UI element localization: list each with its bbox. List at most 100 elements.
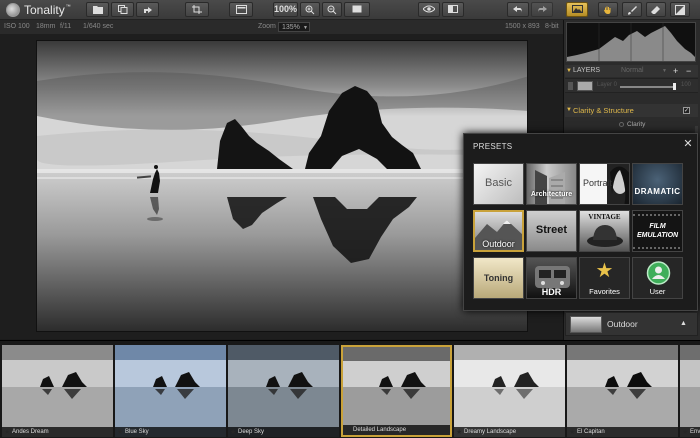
preset-architecture[interactable]: Architecture: [526, 163, 577, 205]
preset-user[interactable]: User: [632, 257, 683, 299]
thumb-image: [680, 345, 700, 437]
preset-toning[interactable]: Toning: [473, 257, 524, 299]
section-enable-checkbox[interactable]: ✓: [683, 107, 690, 114]
thumb-caption: Dreamy Landscape: [454, 427, 565, 437]
preset-label: Toning: [483, 273, 514, 283]
layer-opacity-slider[interactable]: [620, 86, 675, 88]
preset-portrait[interactable]: Portrait: [579, 163, 630, 205]
thumb-caption: Detailed Landscape: [343, 425, 450, 435]
clarity-label: Clarity: [627, 121, 646, 128]
preset-category-bar[interactable]: Outdoor ▲: [565, 312, 698, 336]
thumb-caption: Deep Sky: [228, 427, 339, 437]
zoom-100-button[interactable]: 100%: [273, 2, 298, 17]
user-icon: [646, 261, 671, 285]
copy-icon: [117, 5, 127, 14]
fit-screen-icon: [352, 5, 362, 13]
close-icon[interactable]: ✕: [682, 137, 694, 151]
star-icon: ★: [595, 260, 614, 282]
thumb-image: [567, 345, 678, 437]
crop-icon: [192, 5, 202, 14]
remove-layer-button[interactable]: −: [686, 65, 691, 77]
expand-up-icon[interactable]: ▲: [680, 320, 687, 327]
zoom-label: Zoom: [258, 23, 276, 30]
building-image: [535, 170, 565, 204]
shutter-speed: 1/640 sec: [83, 23, 114, 30]
share-button[interactable]: [136, 2, 159, 17]
zoom-out-icon: [327, 5, 337, 15]
thumb-image: [454, 345, 565, 437]
folder-icon: [92, 6, 103, 14]
thumb-image: [228, 345, 339, 437]
bit-depth: 8-bit: [545, 23, 559, 30]
preview-button[interactable]: [418, 2, 440, 17]
open-file-button[interactable]: [86, 2, 109, 17]
thumb-image: [343, 347, 450, 435]
tonality-logo-icon: [6, 3, 20, 17]
crop-button[interactable]: [185, 2, 209, 17]
histogram: [566, 22, 696, 62]
main-photo[interactable]: [36, 40, 528, 332]
preset-vintage[interactable]: VINTAGE: [579, 210, 630, 252]
preset-label: VINTAGE: [588, 213, 621, 221]
zoom-out-button[interactable]: [322, 2, 342, 17]
filmstrip-thumb-envi[interactable]: ★ Envi: [680, 345, 700, 437]
adjust-panel-button[interactable]: [566, 2, 588, 17]
layers-header[interactable]: ▼ LAYERS Normal ▼ + −: [565, 65, 698, 77]
preset-label: Basic: [485, 177, 512, 189]
gradient-tool-button[interactable]: [670, 2, 690, 17]
preset-label: DRAMATIC: [634, 187, 681, 196]
clarity-title: Clarity & Structure: [573, 106, 634, 115]
preset-label: Portrait: [582, 178, 612, 188]
focal-length: 18mm: [36, 23, 56, 30]
eye-icon: [423, 5, 435, 13]
filmstrip-thumb-el-capitan[interactable]: ★ El Capitan: [567, 345, 678, 437]
layer-opacity-handle[interactable]: [673, 83, 676, 90]
preset-basic[interactable]: Basic: [473, 163, 524, 205]
compare-button[interactable]: [229, 2, 253, 17]
fit-button[interactable]: [344, 2, 370, 17]
landscape-icon: [571, 5, 583, 13]
iso-value: ISO 100: [4, 23, 30, 30]
filmstrip-thumb-dreamy-landscape[interactable]: ★ Dreamy Landscape: [454, 345, 565, 437]
clarity-structure-header[interactable]: ▼ Clarity & Structure ✓: [565, 104, 698, 117]
filmstrip-thumb-blue-sky[interactable]: ★ Blue Sky: [115, 345, 226, 437]
zoom-in-icon: [305, 5, 315, 15]
category-label: Outdoor: [607, 319, 638, 329]
clarity-radio[interactable]: [619, 122, 624, 127]
zoom-select[interactable]: 135% ▼: [278, 22, 310, 32]
batch-button[interactable]: [111, 2, 134, 17]
layer-row[interactable]: Layer 0 100: [565, 78, 698, 93]
presets-popup: PRESETS ✕ Basic Architecture Portrait DR…: [463, 133, 698, 311]
undo-button[interactable]: [507, 2, 529, 17]
app-logo: Tonality ™: [6, 2, 71, 18]
preset-hdr[interactable]: HDR: [526, 257, 577, 299]
thumb-caption: Andes Dream: [2, 427, 113, 437]
preset-film-emulation[interactable]: FILM EMULATION: [632, 210, 683, 252]
filmstrip-thumb-detailed-landscape[interactable]: ★ Detailed Landscape: [341, 345, 452, 437]
eraser-icon: [651, 6, 660, 14]
image-dimensions: 1500 x 893: [505, 23, 540, 30]
zoom-in-button[interactable]: [300, 2, 320, 17]
filmstrip-thumb-deep-sky[interactable]: ★ Deep Sky: [228, 345, 339, 437]
preset-outdoor[interactable]: Outdoor: [473, 210, 524, 252]
app-name: Tonality: [24, 3, 65, 17]
eraser-tool-button[interactable]: [646, 2, 666, 17]
histogram-graph: [567, 23, 695, 61]
preset-street[interactable]: Street: [526, 210, 577, 252]
split-view-button[interactable]: [442, 2, 464, 17]
blend-mode-select[interactable]: Normal: [621, 65, 644, 77]
preset-favorites[interactable]: ★ Favorites: [579, 257, 630, 299]
brush-tool-button[interactable]: [622, 2, 642, 17]
add-layer-button[interactable]: +: [673, 65, 678, 77]
preset-label: Favorites: [589, 287, 620, 296]
split-view-icon: [448, 5, 458, 13]
thumb-caption: Blue Sky: [115, 427, 226, 437]
redo-icon: [538, 6, 547, 13]
undo-icon: [513, 6, 522, 13]
hand-tool-button[interactable]: [598, 2, 618, 17]
filmstrip-thumb-andes-dream[interactable]: ★ Andes Dream: [2, 345, 113, 437]
layer-visibility-icon[interactable]: [568, 82, 573, 90]
category-thumbnail: [570, 316, 602, 333]
redo-button[interactable]: [531, 2, 553, 17]
preset-dramatic[interactable]: DRAMATIC: [632, 163, 683, 205]
